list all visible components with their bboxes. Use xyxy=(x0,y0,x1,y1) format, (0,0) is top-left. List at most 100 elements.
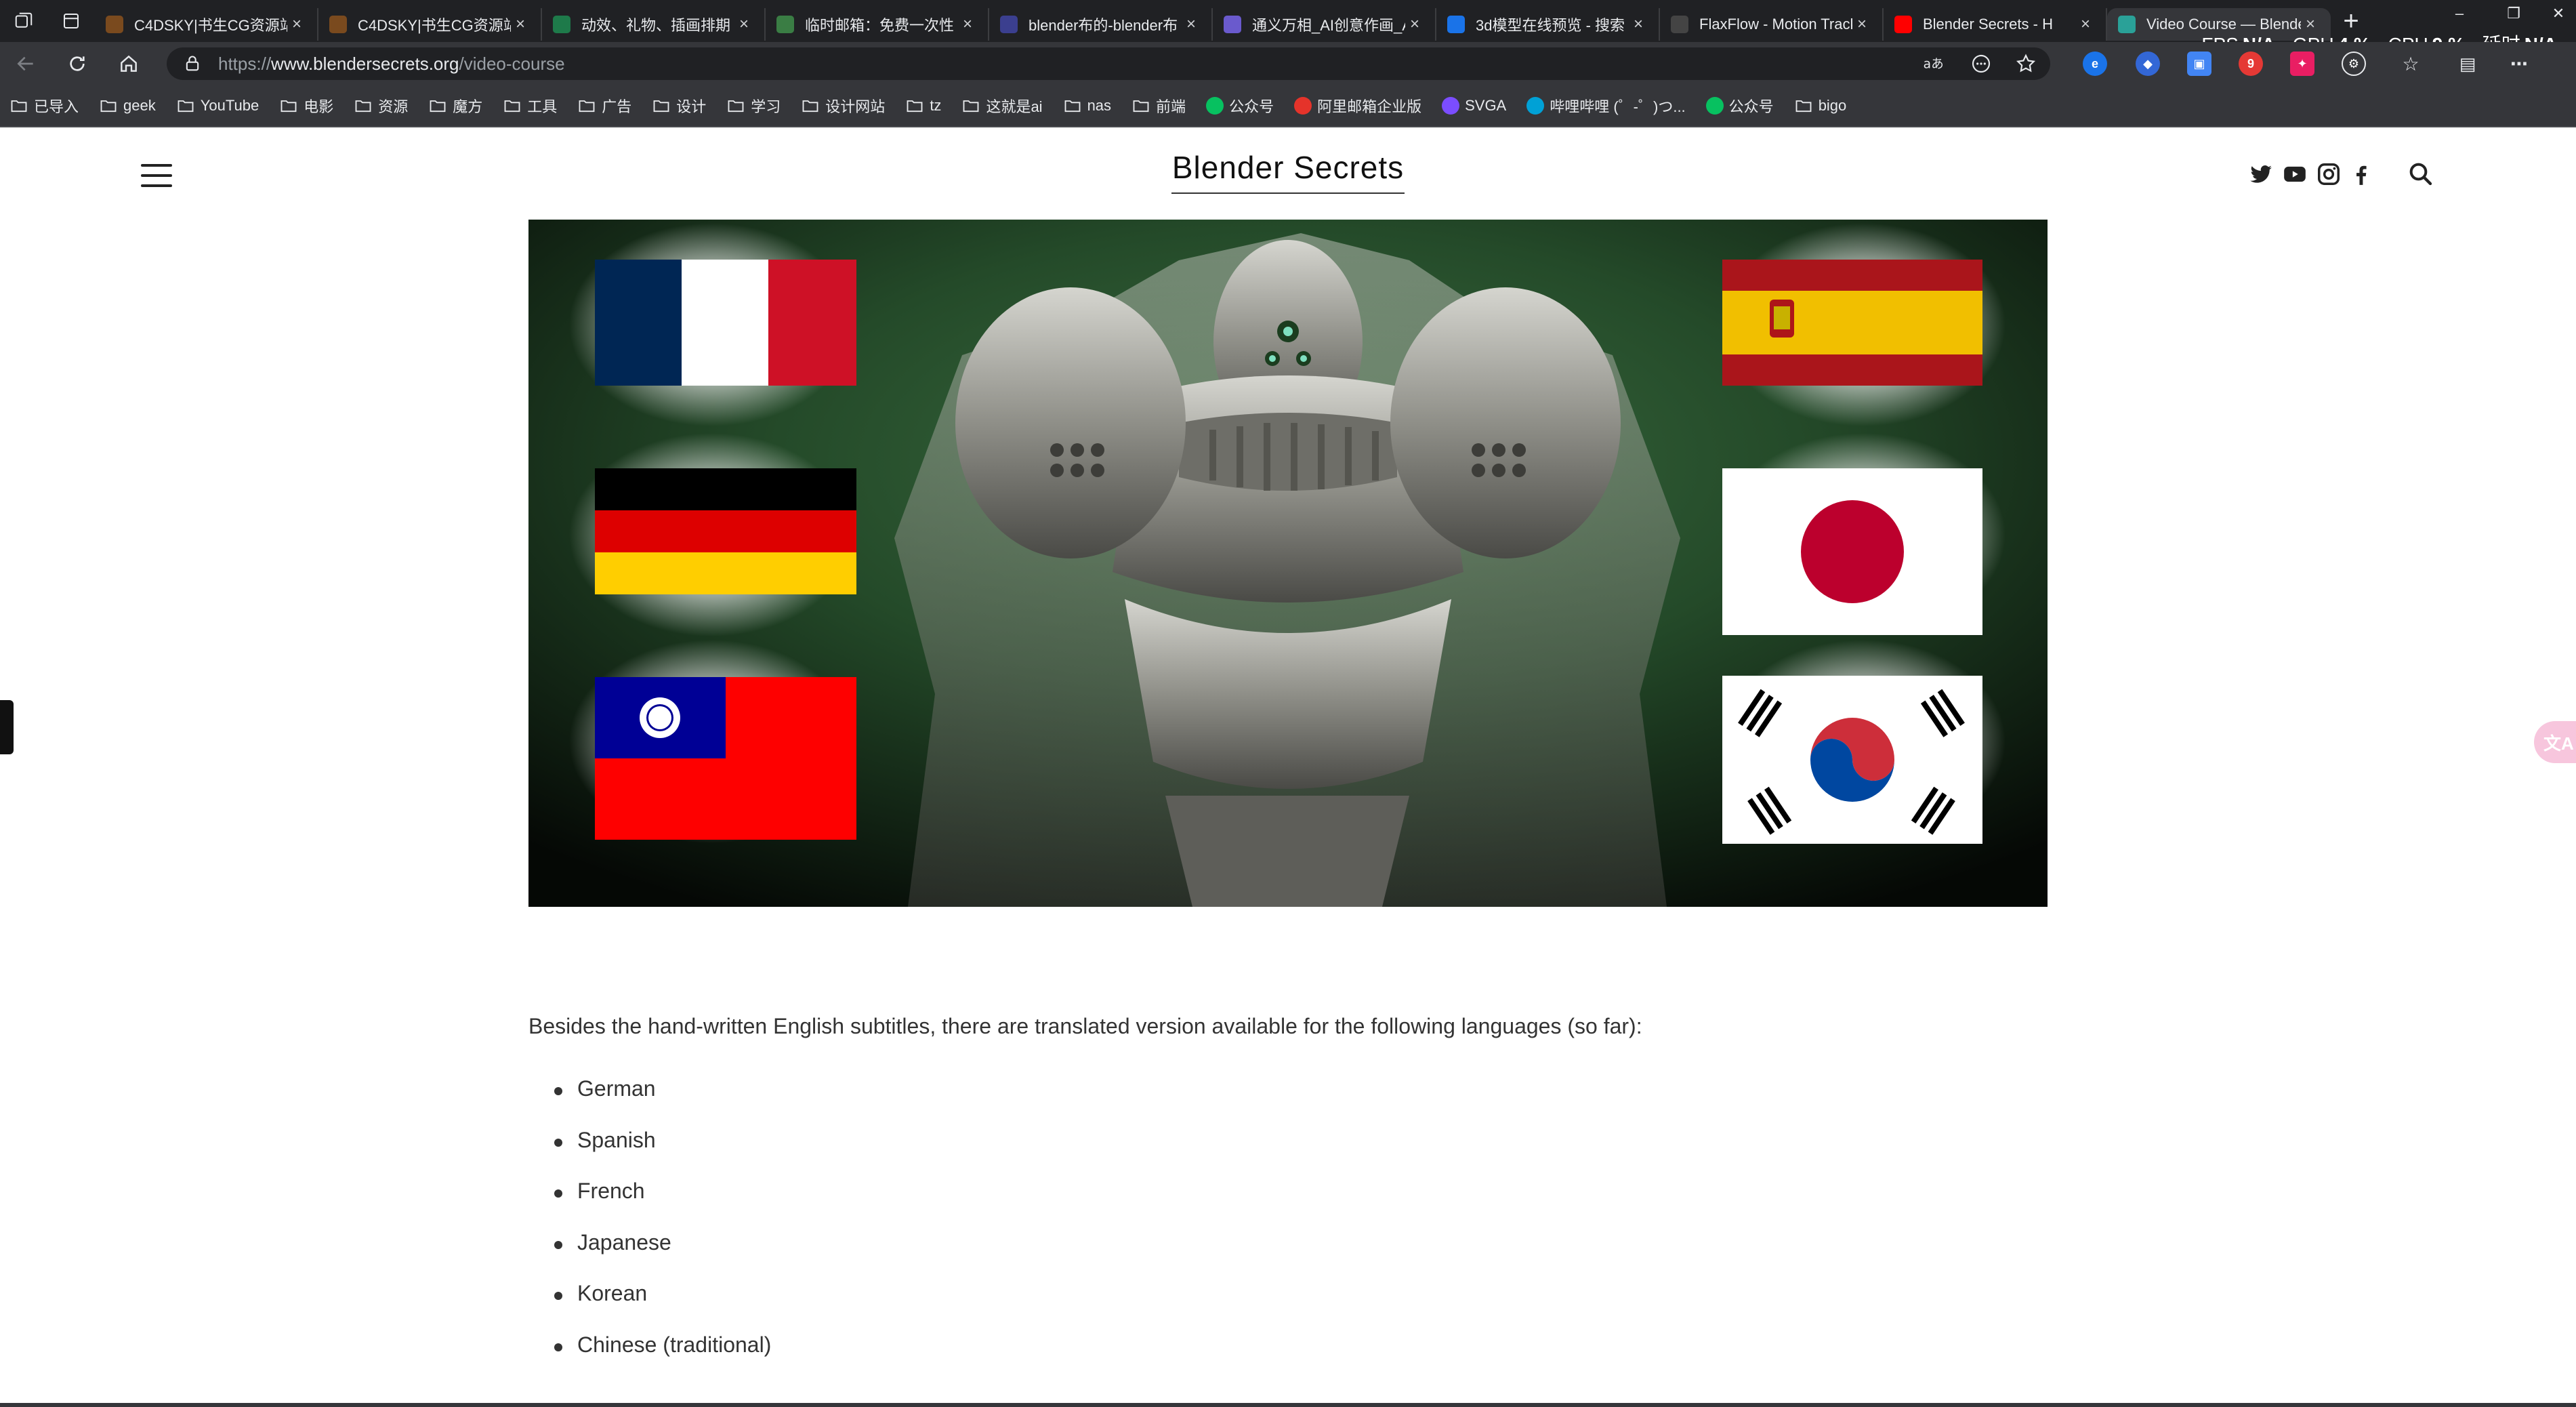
close-tab-icon[interactable]: × xyxy=(1182,15,1201,34)
bookmark-item[interactable]: 设计 xyxy=(652,95,706,117)
bookmark-item[interactable]: 公众号 xyxy=(1206,95,1274,117)
workspaces-button[interactable] xyxy=(0,0,47,42)
translate-page-icon[interactable]: aあ xyxy=(1921,53,1943,75)
bookmark-item[interactable]: 电影 xyxy=(279,95,333,117)
language-list-item: German xyxy=(528,1076,1342,1128)
bookmark-star-icon[interactable] xyxy=(2015,53,2037,75)
extension-edge-icon[interactable]: e xyxy=(2083,52,2107,76)
instagram-icon[interactable] xyxy=(2316,161,2342,187)
browser-tab[interactable]: 动效、礼物、插画排期 × xyxy=(542,8,766,41)
side-drawer-handle[interactable] xyxy=(0,700,14,754)
extension-capture-icon[interactable]: ✦ xyxy=(2290,52,2314,76)
tab-title: 临时邮箱：免费一次性 xyxy=(805,17,955,34)
bookmark-label: 电影 xyxy=(304,98,334,115)
bookmark-item[interactable]: 魔方 xyxy=(428,95,482,117)
hamburger-line xyxy=(141,184,172,187)
menu-hamburger-button[interactable] xyxy=(141,164,172,187)
folder-icon xyxy=(1064,100,1080,113)
korea-flag xyxy=(1721,640,2006,844)
bookmark-item[interactable]: 前端 xyxy=(1131,95,1186,117)
home-icon xyxy=(121,55,137,72)
url-scheme: https:// xyxy=(218,53,272,74)
close-tab-icon[interactable]: × xyxy=(287,15,306,34)
tab-title: 动效、礼物、插画排期 xyxy=(581,17,731,34)
search-icon[interactable] xyxy=(2407,160,2434,187)
bookmark-item[interactable]: tz xyxy=(905,96,941,115)
more-options-circle-icon[interactable] xyxy=(1970,53,1992,75)
extension-notification-icon[interactable]: 9 xyxy=(2239,52,2263,76)
minimize-button[interactable]: – xyxy=(2432,0,2487,27)
translate-float-button[interactable]: 文A xyxy=(2534,721,2576,763)
browser-tab[interactable]: Blender Secrets - H × xyxy=(1884,8,2107,41)
twitter-icon[interactable] xyxy=(2248,161,2274,187)
url-text[interactable]: https://www.blendersecrets.org/video-cou… xyxy=(218,54,565,75)
bookmark-item[interactable]: 哔哩哔哩 (゜-゜)つ... xyxy=(1526,95,1686,117)
back-button[interactable] xyxy=(0,42,51,85)
browser-tab[interactable]: 通义万相_AI创意作画_A × xyxy=(1213,8,1436,41)
bookmark-label: 资源 xyxy=(378,98,409,115)
bookmark-item[interactable]: 广告 xyxy=(577,95,631,117)
reload-button[interactable] xyxy=(51,42,103,85)
youtube-icon[interactable] xyxy=(2282,161,2308,187)
bookmark-item[interactable]: 学习 xyxy=(726,95,781,117)
folder-icon xyxy=(100,100,117,113)
close-tab-icon[interactable]: × xyxy=(958,15,977,34)
close-tab-icon[interactable]: × xyxy=(511,15,530,34)
extension-screenshot-icon[interactable]: ▣ xyxy=(2187,52,2211,76)
close-window-button[interactable]: ✕ xyxy=(2541,0,2576,27)
bookmark-item[interactable]: 设计网站 xyxy=(801,95,885,117)
folder-icon xyxy=(430,100,446,113)
intro-paragraph: Besides the hand-written English subtitl… xyxy=(528,1014,1642,1038)
close-tab-icon[interactable]: × xyxy=(1629,15,1648,34)
tab-title: blender布的-blender布 xyxy=(1029,17,1178,34)
tab-actions-icon xyxy=(64,14,79,28)
tab-title: C4DSKY|书生CG资源站 xyxy=(134,17,287,34)
browser-tab[interactable]: blender布的-blender布 × xyxy=(989,8,1213,41)
bookmark-label: 魔方 xyxy=(453,98,483,115)
bookmark-item[interactable]: 工具 xyxy=(503,95,557,117)
bookmark-label: 这就是ai xyxy=(986,98,1043,115)
facebook-icon[interactable] xyxy=(2348,161,2374,187)
bookmark-item[interactable]: 阿里邮箱企业版 xyxy=(1294,95,1421,117)
shield-icon xyxy=(776,16,794,33)
folder-icon xyxy=(802,100,818,113)
workspaces-icon xyxy=(15,12,33,28)
close-tab-icon[interactable]: × xyxy=(1405,15,1424,34)
favorites-icon[interactable]: ☆ xyxy=(2398,52,2423,76)
arrow-left-icon xyxy=(17,56,33,71)
close-tab-icon[interactable]: × xyxy=(2076,15,2095,34)
bookmark-item[interactable]: SVGA xyxy=(1442,97,1506,115)
folder-icon xyxy=(579,100,595,113)
tab-actions-button[interactable] xyxy=(47,0,95,42)
home-button[interactable] xyxy=(103,42,154,85)
browser-tab[interactable]: FlaxFlow - Motion Track × xyxy=(1660,8,1884,41)
translate-icon: 文A xyxy=(2543,733,2574,754)
site-title[interactable]: Blender Secrets xyxy=(1171,149,1405,194)
bookmark-item[interactable]: 已导入 xyxy=(9,95,79,117)
settings-menu-icon[interactable]: ⋯ xyxy=(2507,52,2531,76)
folder-icon xyxy=(504,100,520,113)
extension-shield-icon[interactable]: ◆ xyxy=(2136,52,2160,76)
restore-button[interactable]: ❐ xyxy=(2487,0,2541,27)
tab-title: 3d模型在线预览 - 搜索 xyxy=(1476,17,1625,34)
browser-tab[interactable]: C4DSKY|书生CG资源站 × xyxy=(95,8,318,41)
bookmark-label: nas xyxy=(1087,97,1112,114)
lock-icon[interactable] xyxy=(183,54,202,73)
bookmark-item[interactable]: 这就是ai xyxy=(961,95,1043,117)
browser-tab[interactable]: C4DSKY|书生CG资源站 × xyxy=(318,8,542,41)
france-flag xyxy=(569,223,856,426)
bookmark-item[interactable]: nas xyxy=(1063,96,1111,115)
bookmark-item[interactable]: geek xyxy=(99,96,156,115)
close-tab-icon[interactable]: × xyxy=(1852,15,1871,34)
close-tab-icon[interactable]: × xyxy=(734,15,753,34)
browser-tab[interactable]: 3d模型在线预览 - 搜索 × xyxy=(1436,8,1660,41)
bookmark-item[interactable]: bigo xyxy=(1794,96,1846,115)
browser-tab[interactable]: 临时邮箱：免费一次性 × xyxy=(766,8,989,41)
bookmark-item[interactable]: YouTube xyxy=(176,96,259,115)
taiwan-flag xyxy=(569,640,856,843)
bookmark-item[interactable]: 资源 xyxy=(354,95,408,117)
bookmark-item[interactable]: 公众号 xyxy=(1705,95,1774,117)
collections-icon[interactable]: ▤ xyxy=(2455,52,2480,76)
extensions-puzzle-icon[interactable]: ⚙ xyxy=(2342,52,2366,76)
address-bar[interactable]: https://www.blendersecrets.org/video-cou… xyxy=(167,47,2050,80)
